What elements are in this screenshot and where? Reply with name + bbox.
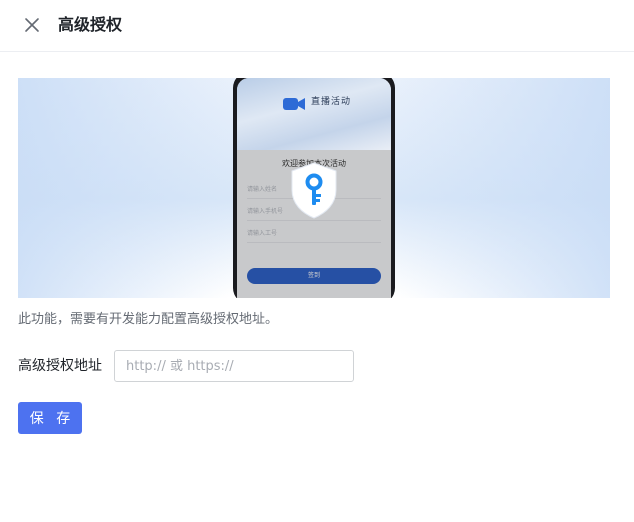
app-name: 直播活动 bbox=[311, 97, 352, 107]
description-text: 此功能，需要有开发能力配置高级授权地址。 bbox=[18, 312, 279, 327]
camera-icon bbox=[283, 96, 305, 115]
page-title: 高级授权 bbox=[58, 15, 123, 34]
banner-glow-right bbox=[400, 78, 610, 298]
preview-banner: 直播活动 欢迎参加本次活动 请输入姓名 请输入手机号 请输入工号 签到 bbox=[18, 78, 610, 298]
drawer-header: 高级授权 bbox=[0, 0, 634, 52]
auth-url-label: 高级授权地址 bbox=[18, 358, 102, 374]
save-button[interactable]: 保 存 bbox=[18, 402, 82, 434]
phone-screen-header bbox=[237, 78, 391, 150]
banner-glow-left bbox=[18, 78, 228, 298]
auth-url-input[interactable] bbox=[114, 350, 354, 382]
close-icon[interactable] bbox=[22, 15, 42, 35]
key-shield-icon bbox=[286, 160, 342, 224]
